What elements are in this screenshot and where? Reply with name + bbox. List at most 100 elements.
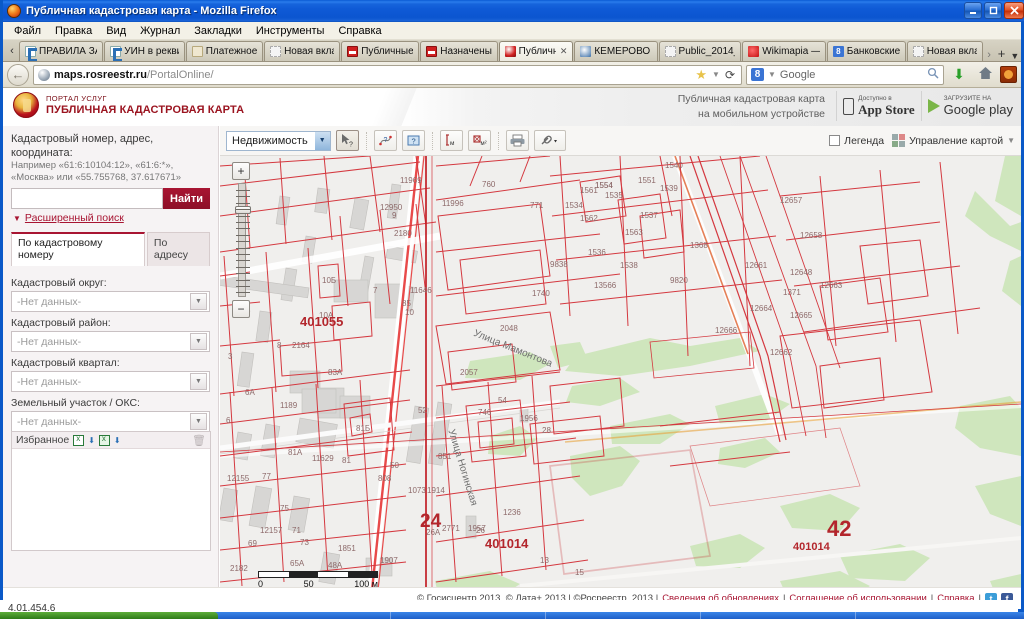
menu-item-file[interactable]: Файл — [7, 23, 48, 39]
legend-toggle[interactable]: Легенда — [829, 135, 884, 147]
map-parcel-label: 9838 — [550, 260, 568, 269]
layer-select[interactable]: Недвижимость ▼ — [226, 130, 331, 151]
menu-item-view[interactable]: Вид — [99, 23, 133, 39]
search-bar[interactable]: 8 ▼ Google — [746, 64, 944, 85]
search-engine-chevron-icon[interactable]: ▼ — [768, 70, 776, 79]
downloads-icon[interactable]: ⬇ — [948, 66, 970, 83]
info-cursor-tool-icon[interactable]: ? — [335, 130, 359, 151]
address-bar-text: maps.rosreestr.ru/PortalOnline/ — [54, 69, 214, 81]
legend-checkbox[interactable] — [829, 135, 841, 146]
field-select-1[interactable]: -Нет данных- ▼ — [11, 331, 210, 352]
menu-item-bookmarks[interactable]: Закладки — [187, 23, 249, 39]
site-logo[interactable]: ПОРТАЛ УСЛУГ ПУБЛИЧНАЯ КАДАСТРОВАЯ КАРТА — [13, 92, 244, 118]
app-store-badge[interactable]: Доступно в App Store — [836, 91, 915, 121]
tab-favicon-icon — [110, 46, 123, 61]
download-arrow-icon-2: ⬇ — [113, 435, 121, 445]
map-street-label: Улица Ногинская — [445, 428, 480, 508]
home-icon[interactable] — [974, 66, 996, 83]
chevron-down-icon[interactable]: ▼ — [190, 373, 207, 390]
close-button[interactable] — [1004, 2, 1024, 19]
menu-item-edit[interactable]: Правка — [48, 23, 99, 39]
clear-favorites-icon[interactable]: 🗑 — [192, 434, 206, 447]
measure-length-tool-icon[interactable]: м — [439, 130, 463, 151]
back-button[interactable]: ← — [7, 63, 29, 86]
bookmark-star-icon[interactable]: ★ — [695, 67, 707, 83]
browser-tab-4[interactable]: Публичные ... — [341, 41, 420, 61]
zoom-out-button[interactable]: − — [232, 300, 250, 318]
start-button[interactable] — [0, 612, 218, 619]
menu-item-help[interactable]: Справка — [331, 23, 388, 39]
tab-label: Wikimapia — ... — [762, 46, 820, 57]
map-parcel-label: 12662 — [770, 348, 793, 357]
measure-line-tool-icon[interactable]: ? — [373, 130, 397, 151]
svg-text:м²: м² — [480, 141, 486, 147]
browser-tab-9[interactable]: Wikimapia — ... — [742, 41, 826, 61]
chevron-down-icon[interactable]: ▼ — [712, 70, 720, 79]
tab-by-cadastral-number[interactable]: По кадастровому номеру — [11, 232, 145, 266]
map-parcel-label: 10Б — [322, 276, 337, 285]
browser-tab-2[interactable]: Платежное ... — [185, 41, 264, 61]
address-bar[interactable]: maps.rosreestr.ru/PortalOnline/ ★ ▼ ⟳ — [33, 64, 742, 85]
advanced-search-link[interactable]: Расширенный поиск — [25, 212, 124, 224]
svg-text:м: м — [450, 140, 455, 147]
list-all-tabs-button[interactable]: ▼ — [1009, 51, 1021, 61]
maximize-button[interactable] — [984, 2, 1002, 19]
field-select-3[interactable]: -Нет данных- ▼ — [11, 411, 210, 432]
advanced-search-row[interactable]: ▼ Расширенный поиск — [3, 209, 218, 224]
toolbar-separator-2 — [431, 131, 433, 150]
tab-favicon-icon — [664, 46, 676, 57]
browser-tab-7[interactable]: КЕМЕРОВО |... — [574, 41, 658, 61]
browser-tab-0[interactable]: ПРАВИЛА ЗА... — [19, 41, 104, 61]
mobile-promo-line-2: на мобильном устройстве — [698, 108, 825, 120]
print-tool-icon[interactable] — [505, 130, 529, 151]
tab-scroll-right-button[interactable]: › — [984, 49, 995, 61]
browser-tab-10[interactable]: 8Банковские ... — [826, 41, 906, 61]
google-play-badge[interactable]: ЗАГРУЗИТЕ НА Google play — [920, 91, 1013, 121]
browser-tab-3[interactable]: Новая вкла... — [264, 41, 341, 61]
browser-tab-8[interactable]: Public_2014_... — [658, 41, 742, 61]
export-csv-icon[interactable] — [73, 434, 85, 446]
browser-tab-1[interactable]: УИН в рекви... — [104, 41, 185, 61]
new-tab-button[interactable]: + — [994, 46, 1008, 61]
browser-tab-6[interactable]: Публичн... ✕ — [498, 41, 574, 61]
map-parcel-label: 1535 — [605, 191, 623, 200]
field-select-2[interactable]: -Нет данных- ▼ — [11, 371, 210, 392]
browser-tab-11[interactable]: Новая вкла... — [906, 41, 983, 61]
map-parcel-label: 771 — [530, 201, 544, 210]
map-parcel-label: 1551 — [638, 176, 656, 185]
search-icon[interactable] — [927, 67, 939, 82]
legend-label: Легенда — [844, 134, 885, 147]
cadastral-search-input[interactable] — [11, 188, 163, 209]
export-xls-icon[interactable] — [98, 434, 110, 446]
zoom-control[interactable]: + − — [232, 162, 252, 318]
chevron-down-icon[interactable]: ▼ — [314, 131, 330, 150]
browser-tab-5[interactable]: Назначены ... — [420, 41, 498, 61]
zoom-in-button[interactable]: + — [232, 162, 250, 180]
grid-icon — [892, 134, 906, 147]
search-hint: Кадастровый номер, адрес, координата: На… — [3, 126, 218, 184]
tab-scroll-left-button[interactable]: ‹ — [5, 41, 19, 61]
field-label-0: Кадастровый округ: — [11, 277, 107, 289]
tab-by-address[interactable]: По адресу — [146, 232, 210, 266]
measure-square-tool-icon[interactable]: м² — [467, 130, 491, 151]
share-link-tool-icon[interactable] — [533, 130, 566, 151]
field-select-0[interactable]: -Нет данных- ▼ — [11, 291, 210, 312]
zoom-slider-track[interactable] — [235, 183, 251, 297]
tab-close-icon[interactable]: ✕ — [560, 46, 568, 57]
zoom-tick — [236, 228, 250, 230]
chevron-down-icon[interactable]: ▼ — [190, 413, 207, 430]
measure-area-tool-icon[interactable]: ? — [401, 130, 425, 151]
minimize-button[interactable] — [964, 2, 982, 19]
menu-item-tools[interactable]: Инструменты — [249, 23, 332, 39]
chevron-down-icon[interactable]: ▼ — [1007, 136, 1015, 145]
map-control-dropdown[interactable]: Управление картой ▼ — [892, 134, 1015, 147]
addon-button-icon[interactable] — [1000, 66, 1017, 83]
find-button[interactable]: Найти — [163, 188, 210, 209]
reload-icon[interactable]: ⟳ — [725, 68, 735, 82]
menu-item-history[interactable]: Журнал — [133, 23, 187, 39]
map-parcel-label: 11969 — [400, 176, 422, 185]
chevron-down-icon[interactable]: ▼ — [190, 293, 207, 310]
map-canvas[interactable]: 971010Б10А58216436А83А119697601199612950… — [220, 156, 1021, 609]
chevron-down-icon[interactable]: ▼ — [190, 333, 207, 350]
map-parcel-label: 746 — [478, 408, 492, 417]
